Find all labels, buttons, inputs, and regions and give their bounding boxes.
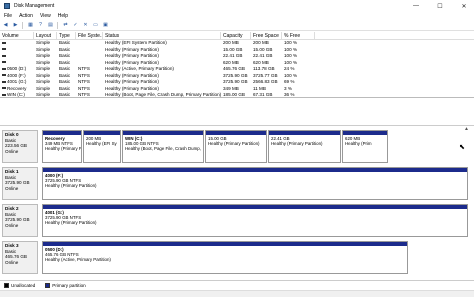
- disk-state: Online: [5, 222, 19, 228]
- partition-info: 200 MB Healthy (EFI Sy: [84, 135, 120, 147]
- partition-status: Healthy (Prim: [345, 141, 372, 147]
- check-icon[interactable]: ✓: [72, 22, 79, 29]
- console-tree-icon[interactable]: ▦: [27, 22, 34, 29]
- minimize-button[interactable]: —: [408, 0, 424, 12]
- disk-row: Disk 2 Basic 3725.90 GB Online 4001 (G:) 3725…: [2, 204, 468, 237]
- partition-info: 4001 (G:) 3725.90 GB NTFS Healthy (Primary…: [43, 209, 467, 227]
- legend-unallocated: Unallocated: [11, 283, 36, 288]
- volume-icon: [2, 93, 6, 96]
- disk-row: Disk 0 Basic 223.56 GB Online Recovery 349 MB…: [2, 130, 468, 163]
- maximize-button[interactable]: ☐: [432, 0, 448, 12]
- partition-block[interactable]: 4001 (G:) 3725.90 GB NTFS Healthy (Primary…: [42, 204, 468, 237]
- help-icon[interactable]: ?: [37, 22, 44, 29]
- column-free-space[interactable]: Free Space: [251, 31, 282, 40]
- disk-state: Online: [5, 185, 19, 191]
- column-percent-free[interactable]: % Free: [282, 31, 315, 40]
- title-bar: Disk Management: [0, 0, 474, 12]
- disk-label[interactable]: Disk 0 Basic 223.56 GB Online: [2, 130, 38, 163]
- unallocated-swatch: [4, 283, 9, 288]
- pane-separator: [0, 98, 474, 125]
- partition-status: Healthy (Primary Partition): [45, 183, 97, 189]
- legend: Unallocated Primary partition: [0, 280, 474, 290]
- open-icon[interactable]: ▭: [92, 22, 99, 29]
- disk-label[interactable]: Disk 2 Basic 3725.90 GB Online: [2, 204, 38, 237]
- close-button[interactable]: ✕: [456, 0, 472, 12]
- column-status[interactable]: Status: [103, 31, 221, 40]
- partition-block[interactable]: 4000 (F:) 3725.90 GB NTFS Healthy (Primary…: [42, 167, 468, 200]
- scroll-up-icon[interactable]: ▲: [464, 126, 470, 132]
- volume-name: WIN (C:): [7, 92, 25, 97]
- mouse-cursor-icon: ⬉: [459, 144, 465, 151]
- toolbar-separator: [22, 21, 23, 29]
- disk-row: Disk 1 Basic 3725.90 GB Online 4000 (F:) 3725…: [2, 167, 468, 200]
- partition-block[interactable]: WIN (C:) 185.00 GB NTFS Healthy (Boot, Pag…: [122, 130, 204, 163]
- partition-info: 15.00 GB Healthy (Primary Partition): [206, 135, 266, 147]
- volume-icon: [2, 41, 6, 44]
- partition-status: Healthy (Primary Partition): [208, 141, 260, 147]
- partition-block[interactable]: 620 MB Healthy (Prim: [342, 130, 388, 163]
- volume-icon: [2, 67, 6, 70]
- partition-block[interactable]: 200 MB Healthy (EFI Sy: [83, 130, 121, 163]
- partition-status: Healthy (EFI Sy: [86, 141, 117, 147]
- toolbar: ◀ ▶ ▦ ? ▤ ⇄ ✓ ✕ ▭ ▣: [0, 20, 474, 31]
- partition-block[interactable]: 0500 (D:) 465.76 GB NTFS Healthy (Active, …: [42, 241, 408, 274]
- volume-icon: [2, 87, 6, 90]
- volume-rows: Simple Basic Healthy (EFI System Partition…: [0, 40, 474, 99]
- menu-view[interactable]: View: [40, 13, 51, 19]
- volume-list-header: Volume Layout Type File Syste... Status …: [0, 31, 474, 40]
- disk-management-icon: [4, 3, 10, 9]
- column-layout[interactable]: Layout: [34, 31, 57, 40]
- primary-partition-swatch: [45, 283, 51, 288]
- partition-info: Recovery349 MB NTFSHealthy (Primary Part…: [43, 135, 81, 153]
- column-type[interactable]: Type: [57, 31, 76, 40]
- partition-status: Healthy (Boot, Page File, Crash Dump,: [125, 146, 201, 152]
- status-bar: [0, 290, 474, 297]
- partition-info: 4000 (F:) 3725.90 GB NTFS Healthy (Primary…: [43, 172, 467, 190]
- volume-icon: [2, 48, 6, 51]
- volume-name: 4001 (G:): [7, 79, 27, 84]
- volume-icon: [2, 54, 6, 57]
- menu-help[interactable]: Help: [58, 13, 68, 19]
- partition-status: Healthy (Primary Partition): [45, 220, 97, 226]
- volume-icon: [2, 74, 6, 77]
- column-volume[interactable]: Volume: [0, 31, 34, 40]
- volume-list: Volume Layout Type File Syste... Status …: [0, 31, 474, 99]
- forward-arrow-icon[interactable]: ▶: [12, 22, 19, 29]
- partition-info: 22.41 GB Healthy (Primary Partition): [269, 135, 340, 147]
- volume-name: 0500 (D:): [7, 66, 27, 71]
- legend-primary-partition: Primary partition: [52, 283, 86, 288]
- disk-label[interactable]: Disk 1 Basic 3725.90 GB Online: [2, 167, 38, 200]
- back-arrow-icon[interactable]: ◀: [2, 22, 9, 29]
- partition-info: 0500 (D:) 465.76 GB NTFS Healthy (Active, …: [43, 246, 407, 264]
- disk-graphical-view: Disk 0 Basic 223.56 GB Online Recovery 349 MB…: [0, 125, 474, 277]
- delete-icon[interactable]: ✕: [82, 22, 89, 29]
- partition-status: Healthy (Active, Primary Partition): [45, 257, 111, 263]
- properties-icon[interactable]: ▤: [47, 22, 54, 29]
- toolbar-separator: [57, 21, 58, 29]
- menu-bar: File Action View Help: [0, 12, 474, 20]
- menu-action[interactable]: Action: [19, 13, 33, 19]
- volume-icon: [2, 80, 6, 83]
- menu-file[interactable]: File: [4, 13, 12, 19]
- column-capacity[interactable]: Capacity: [221, 31, 251, 40]
- connect-icon[interactable]: ⇄: [62, 22, 69, 29]
- volume-name: Recovery: [7, 85, 27, 91]
- volume-icon: [2, 61, 6, 64]
- partition-block[interactable]: 22.41 GB Healthy (Primary Partition): [268, 130, 341, 163]
- disk-state: Online: [5, 148, 19, 154]
- disk-label[interactable]: Disk 3 Basic 465.76 GB Online: [2, 241, 38, 274]
- partition-block[interactable]: Recovery349 MB NTFSHealthy (Primary Part…: [42, 130, 82, 163]
- partition-block[interactable]: 15.00 GB Healthy (Primary Partition): [205, 130, 267, 163]
- volume-name: 4000 (F:): [7, 72, 26, 78]
- partition-info: WIN (C:) 185.00 GB NTFS Healthy (Boot, Pag…: [123, 135, 203, 153]
- disk-row: Disk 3 Basic 465.76 GB Online 0500 (D:) 465.7…: [2, 241, 468, 274]
- window-title: Disk Management: [14, 3, 55, 9]
- view-icon[interactable]: ▣: [102, 22, 109, 29]
- partition-info: 620 MB Healthy (Prim: [343, 135, 387, 147]
- partition-status: Healthy (Primary Partiti: [45, 146, 82, 152]
- disk-state: Online: [5, 259, 19, 265]
- column-file-system[interactable]: File Syste...: [76, 31, 103, 40]
- partition-status: Healthy (Primary Partition): [271, 141, 323, 147]
